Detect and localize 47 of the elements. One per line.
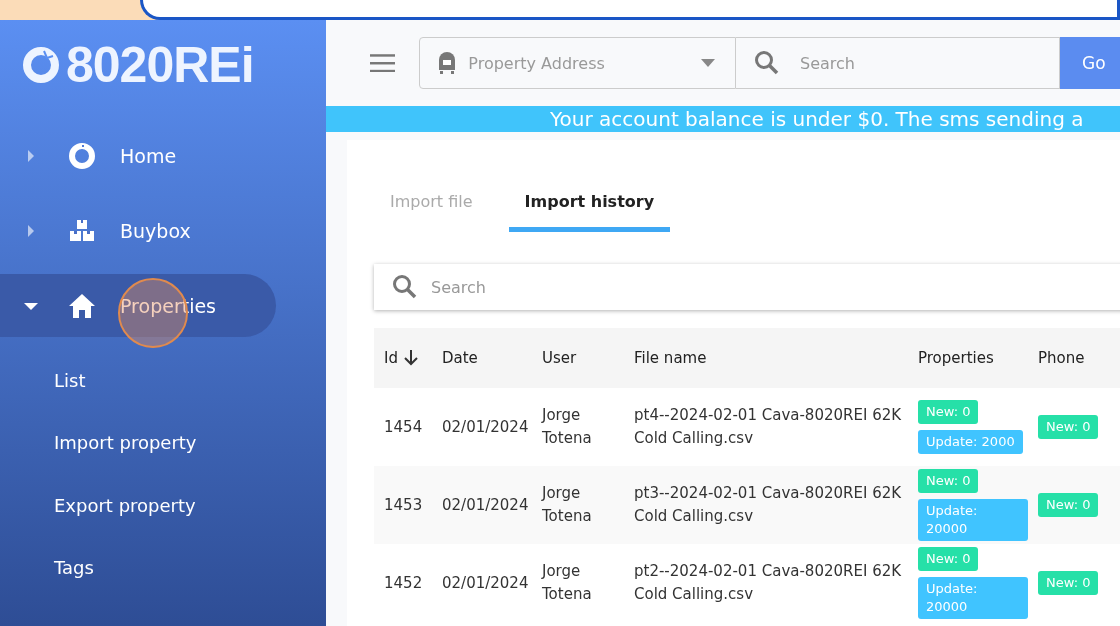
- ring-icon: [68, 141, 96, 170]
- search-field[interactable]: Search: [736, 37, 1060, 89]
- tab[interactable]: Import history: [508, 178, 671, 232]
- new-count-badge: New: 0: [1038, 493, 1099, 517]
- table-cell: pt3--2024-02-01 Cava-8020REI 62K Cold Calling.csv: [634, 484, 902, 525]
- table-cell: pt2--2024-02-01 Cava-8020REI 62K Cold Calling.csv: [634, 562, 902, 603]
- sidebar-item[interactable]: Buybox: [0, 199, 276, 262]
- table-cell: 1454: [384, 417, 423, 436]
- table-cell: 02/01/2024: [442, 417, 529, 436]
- table-cell: pt4--2024-02-01 Cava-8020REI 62K Cold Calling.csv: [634, 406, 902, 447]
- logo-text: 8020REi: [66, 40, 254, 90]
- submenu-item[interactable]: Tags: [54, 557, 94, 579]
- menu-icon[interactable]: [370, 54, 396, 72]
- sidebar-item[interactable]: Home: [0, 124, 276, 187]
- update-count-badge: Update: 2000: [918, 430, 1023, 454]
- table-cell: Jorge Totena: [542, 406, 592, 447]
- column-header[interactable]: Phone: [1038, 349, 1085, 367]
- new-count-badge: New: 0: [918, 547, 979, 571]
- submenu-item[interactable]: Import property: [54, 432, 197, 454]
- column-header[interactable]: Date: [442, 349, 478, 367]
- table-cell: 1453: [384, 495, 423, 514]
- new-count-badge: New: 0: [918, 400, 979, 424]
- address-bar[interactable]: [140, 0, 1120, 20]
- caret-icon: [701, 59, 715, 67]
- house-icon: [68, 291, 96, 320]
- balance-warning-text: Your account balance is under $0. The sms sending a: [550, 107, 1084, 131]
- new-count-badge: New: 0: [1038, 415, 1099, 439]
- submenu-item[interactable]: Export property: [54, 494, 196, 516]
- column-header[interactable]: User: [542, 349, 577, 367]
- table-cell: 02/01/2024: [442, 573, 529, 592]
- sort-down-icon[interactable]: [403, 350, 418, 366]
- submenu-item[interactable]: List: [54, 369, 86, 391]
- mailbox-icon: [438, 52, 457, 74]
- table-search-field[interactable]: Search: [374, 264, 1120, 310]
- table-cell: 02/01/2024: [442, 495, 529, 514]
- logo-ring-icon: [22, 46, 60, 84]
- search-icon: [754, 50, 780, 76]
- column-header[interactable]: Properties: [918, 349, 994, 367]
- column-header[interactable]: Id: [384, 349, 398, 367]
- table-cell: 1452: [384, 573, 423, 592]
- table-cell: Jorge Totena: [542, 562, 592, 603]
- column-header[interactable]: File name: [634, 349, 707, 367]
- update-count-badge: Update: 20000: [918, 577, 1028, 619]
- new-count-badge: New: 0: [918, 469, 979, 493]
- update-count-badge: Update: 20000: [918, 499, 1028, 541]
- table-cell: Jorge Totena: [542, 484, 592, 525]
- new-count-badge: New: 0: [1038, 571, 1099, 595]
